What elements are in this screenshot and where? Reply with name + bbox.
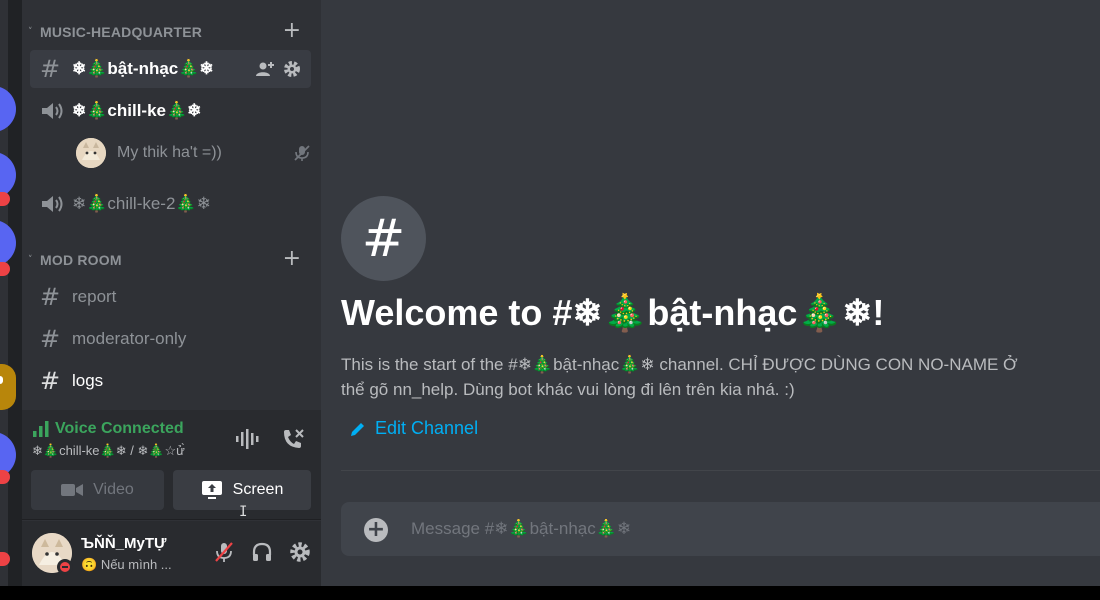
channel-chill-ke-2[interactable]: ❄🎄chill-ke-2🎄❄ (30, 185, 311, 223)
category-music-headquarter[interactable]: ˅ MUSIC-HEADQUARTER + (22, 18, 321, 43)
noise-suppression-icon[interactable] (235, 428, 259, 450)
mention-badge (0, 262, 10, 276)
description-line: This is the start of the #❄🎄bật-nhạc🎄❄ c… (341, 355, 1018, 374)
screen-button-label: Screen (232, 481, 284, 498)
mention-badge (0, 552, 10, 566)
voice-member-name: My thik ha't =)) (117, 144, 222, 161)
video-button-label: Video (93, 481, 134, 498)
channel-logs[interactable]: # logs (30, 362, 311, 400)
gear-icon[interactable] (283, 60, 301, 78)
chevron-down-icon: ˅ (28, 27, 33, 37)
mic-muted-icon (294, 145, 310, 161)
gear-icon[interactable] (289, 541, 311, 563)
username: ЪŇŇ_MyTỰ (81, 535, 167, 552)
mention-badge (0, 192, 10, 206)
create-channel-icon[interactable]: + (283, 246, 301, 271)
server-icon[interactable] (0, 220, 16, 266)
category-mod-room[interactable]: ˅ MOD ROOM + (22, 246, 321, 271)
channel-chill-ke[interactable]: ❄🎄chill-ke🎄❄ (30, 92, 311, 130)
channel-name: ❄🎄chill-ke-2🎄❄ (72, 194, 211, 213)
channel-name: ❄🎄bật-nhạc🎄❄ (72, 59, 214, 78)
channel-name: moderator-only (72, 329, 187, 348)
channel-name: logs (72, 371, 104, 390)
server-icon[interactable] (0, 86, 16, 132)
speaker-icon (42, 103, 63, 119)
headphones-icon[interactable] (251, 541, 273, 563)
server-icon[interactable] (0, 364, 16, 410)
invite-icon[interactable] (255, 60, 275, 78)
text-channel-icon: # (40, 367, 61, 395)
screen-share-icon (201, 481, 222, 499)
voice-status[interactable]: Voice Connected (32, 420, 184, 438)
signal-icon (33, 421, 49, 437)
divider (341, 470, 1100, 471)
category-label: MUSIC-HEADQUARTER (40, 24, 203, 40)
text-cursor-icon: I (239, 504, 248, 520)
avatar (76, 138, 106, 168)
edit-channel-label: Edit Channel (375, 418, 479, 438)
channel-description: This is the start of the #❄🎄bật-nhạc🎄❄ c… (341, 352, 1100, 402)
disconnect-icon[interactable] (281, 428, 305, 450)
server-rail (0, 0, 22, 586)
voice-connected-panel: Voice Connected ❄🎄chill-ke🎄❄ / ❄🎄☆ử̀ Vid… (22, 410, 321, 520)
add-attachment-icon[interactable]: + (364, 518, 388, 542)
camera-icon (61, 484, 84, 496)
channel-report[interactable]: # report (30, 278, 311, 316)
chat-area: # Welcome to #❄🎄bật-nhạc🎄❄! This is the … (321, 0, 1100, 586)
channel-moderator-only[interactable]: # moderator-only (30, 320, 311, 358)
description-line: thể gõ nn_help. Dùng bot khác vui lòng đ… (341, 380, 795, 399)
edit-channel-link[interactable]: Edit Channel (349, 418, 478, 439)
mic-muted-icon[interactable] (213, 541, 235, 563)
taskbar-edge (0, 586, 1100, 600)
hash-icon: # (361, 208, 406, 269)
create-channel-icon[interactable]: + (283, 18, 301, 43)
custom-status: 🙃 Nếu mình ... (81, 557, 172, 573)
message-composer: + (341, 502, 1100, 556)
video-button[interactable]: Video (31, 470, 164, 510)
voice-channel-path[interactable]: ❄🎄chill-ke🎄❄ / ❄🎄☆ử̀ (32, 443, 222, 459)
text-channel-icon: # (40, 283, 61, 311)
text-channel-icon: # (40, 55, 61, 83)
channel-name: report (72, 287, 117, 306)
channel-hero-icon: # (341, 196, 426, 281)
voice-member[interactable]: My thik ha't =)) (76, 136, 311, 170)
speaker-icon (42, 196, 63, 212)
pencil-icon (351, 422, 364, 436)
welcome-heading: Welcome to #❄🎄bật-nhạc🎄❄! (341, 292, 885, 333)
channel-name: ❄🎄chill-ke🎄❄ (72, 101, 202, 120)
chevron-down-icon: ˅ (28, 255, 33, 265)
status-emoji: 🙃 (81, 557, 98, 572)
user-panel: ЪŇŇ_MyTỰ 🙃 Nếu mình ... (22, 521, 321, 586)
status-text: Nếu mình ... (100, 557, 172, 572)
category-label: MOD ROOM (40, 252, 122, 268)
channel-bat-nhac[interactable]: # ❄🎄bật-nhạc🎄❄ (30, 50, 311, 88)
voice-status-label: Voice Connected (55, 420, 184, 437)
message-input[interactable] (411, 514, 1061, 544)
mention-badge (0, 470, 10, 484)
locked-channel-icon: # (40, 325, 61, 353)
dnd-status-icon (57, 559, 73, 575)
